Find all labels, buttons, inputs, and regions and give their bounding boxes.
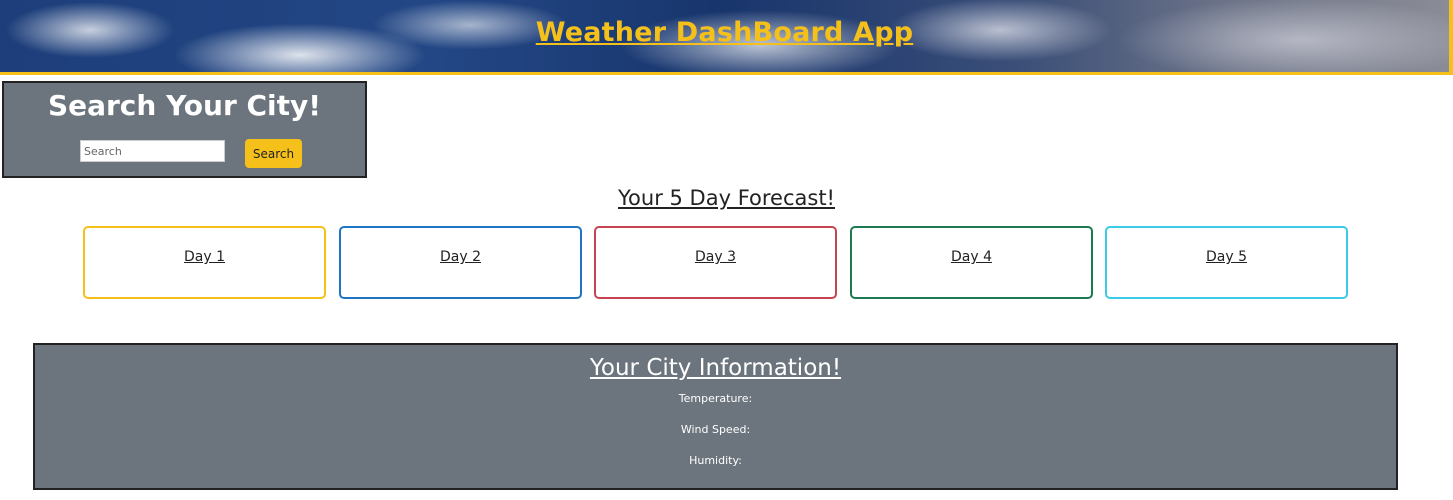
humidity-label: Humidity:: [689, 454, 742, 467]
search-panel: Search Your City! Search: [2, 81, 367, 178]
forecast-card-day-4: Day 4: [850, 226, 1093, 299]
search-button[interactable]: Search: [245, 139, 302, 168]
city-info-heading: Your City Information!: [589, 355, 842, 381]
search-heading: Search Your City!: [47, 89, 322, 122]
forecast-card-day-2: Day 2: [339, 226, 582, 299]
day-label: Day 2: [439, 249, 481, 265]
day-label: Day 5: [1205, 249, 1247, 265]
header-banner: Weather DashBoard App: [0, 0, 1453, 75]
forecast-heading: Your 5 Day Forecast!: [618, 186, 835, 210]
forecast-card-day-1: Day 1: [83, 226, 326, 299]
city-info-panel: Your City Information! Temperature: Wind…: [33, 343, 1398, 490]
app-title: Weather DashBoard App: [535, 17, 914, 48]
city-search-input[interactable]: [80, 140, 225, 162]
day-label: Day 1: [183, 249, 225, 265]
forecast-card-day-3: Day 3: [594, 226, 837, 299]
day-label: Day 3: [694, 249, 736, 265]
temperature-label: Temperature:: [678, 392, 753, 405]
wind-speed-label: Wind Speed:: [680, 423, 751, 436]
forecast-card-day-5: Day 5: [1105, 226, 1348, 299]
day-label: Day 4: [950, 249, 992, 265]
